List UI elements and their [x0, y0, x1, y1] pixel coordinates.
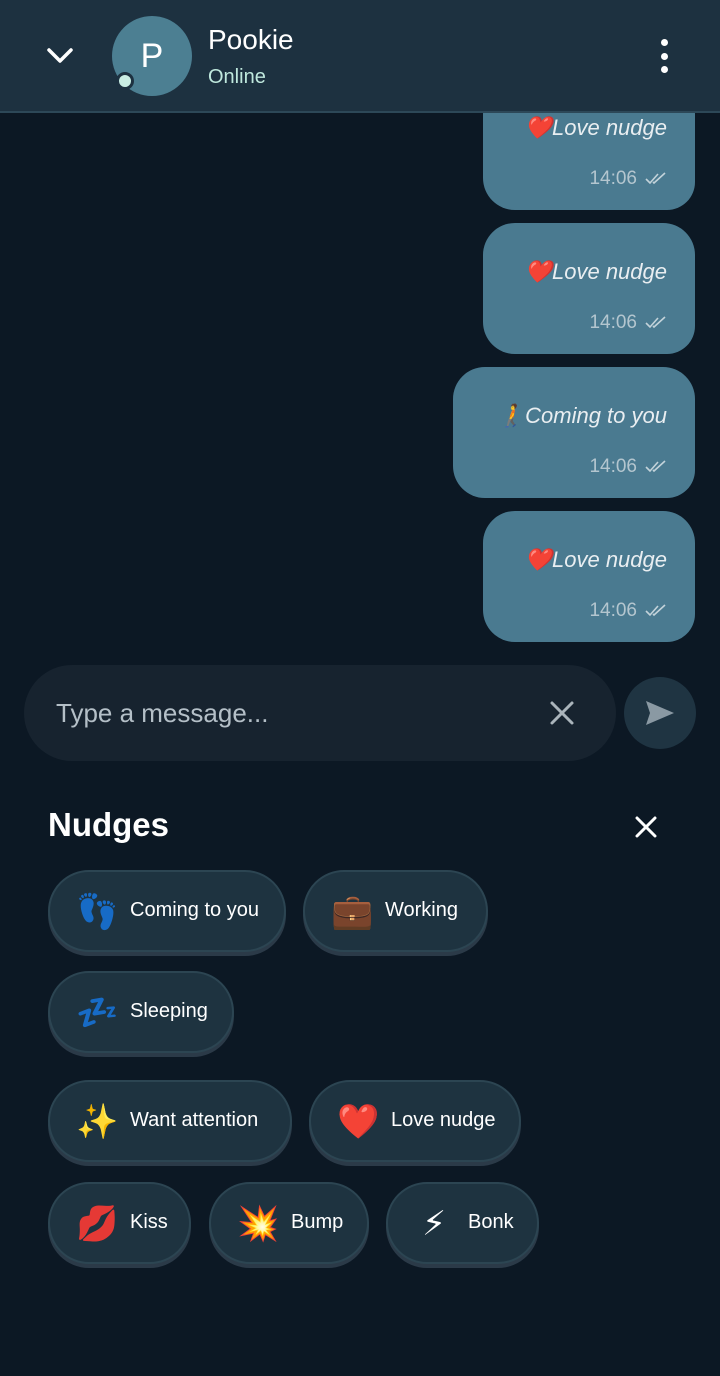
send-icon — [646, 701, 674, 725]
message-bubble[interactable]: ❤️Love nudge 14:06 — [483, 113, 695, 210]
nudge-label: Kiss — [130, 1211, 168, 1233]
briefcase-icon: 💼 — [331, 893, 374, 931]
nudge-chip[interactable]: 💥 Bump — [209, 1182, 369, 1264]
message-bubble[interactable]: 🚶Coming to you 14:06 — [453, 367, 695, 498]
lightning-icon: ⚡ — [422, 1205, 446, 1243]
footprints-icon: 👣 — [76, 893, 119, 931]
more-options-button[interactable] — [648, 34, 680, 78]
message-emoji: 🚶 — [497, 403, 526, 428]
collapse-button[interactable] — [36, 36, 84, 76]
nudge-label: Bump — [291, 1211, 344, 1233]
nudge-label: Working — [385, 899, 458, 921]
more-vertical-icon — [660, 39, 668, 46]
message-text: Love nudge — [552, 259, 667, 284]
send-button[interactable] — [624, 677, 696, 749]
chat-header: P Pookie Online — [0, 0, 720, 113]
nudge-label: Love nudge — [391, 1109, 496, 1131]
nudge-chip[interactable]: ✨ Want attention — [48, 1080, 292, 1162]
message-text: Love nudge — [552, 547, 667, 572]
nudge-chip[interactable]: ⚡ Bonk — [386, 1182, 539, 1264]
nudge-label: Want attention — [130, 1109, 259, 1131]
message-time: 14:06 — [589, 312, 637, 333]
message-emoji: ❤️ — [524, 115, 552, 140]
message-composer — [24, 665, 616, 761]
collision-icon: 💥 — [237, 1205, 280, 1243]
message-bubble[interactable]: ❤️Love nudge 14:06 — [483, 223, 695, 354]
message-input[interactable] — [56, 693, 536, 733]
nudge-chip[interactable]: 💋 Kiss — [48, 1182, 191, 1264]
message-list[interactable]: ❤️Love nudge 14:06 ❤️Love nudge 14:06 🚶C… — [0, 113, 720, 650]
message-bubble[interactable]: ❤️Love nudge 14:06 — [483, 511, 695, 642]
zzz-icon: 💤 — [76, 994, 119, 1032]
online-indicator — [116, 72, 134, 90]
avatar-initial: P — [140, 36, 164, 75]
nudge-chip[interactable]: 💤 Sleeping — [48, 971, 234, 1053]
contact-name[interactable]: Pookie — [208, 24, 294, 56]
message-emoji: ❤️ — [524, 259, 552, 284]
message-text: Love nudge — [552, 115, 667, 140]
message-text: Coming to you — [525, 403, 667, 428]
nudge-label: Coming to you — [130, 899, 259, 921]
more-vertical-icon-dot — [660, 66, 668, 73]
chevron-down-icon — [47, 48, 73, 63]
message-time: 14:06 — [589, 600, 637, 621]
nudge-chip[interactable]: 💼 Working — [303, 870, 488, 952]
message-time: 14:06 — [589, 168, 637, 189]
clear-input-icon[interactable] — [548, 699, 576, 727]
kiss-icon: 💋 — [76, 1205, 119, 1243]
double-check-icon — [645, 460, 666, 473]
message-emoji: ❤️ — [524, 547, 552, 572]
close-icon[interactable] — [632, 813, 660, 841]
nudge-label: Sleeping — [130, 1000, 208, 1022]
nudge-chip[interactable]: ❤️ Love nudge — [309, 1080, 521, 1162]
contact-status: Online — [208, 66, 266, 88]
double-check-icon — [645, 604, 666, 617]
more-vertical-icon-dot — [660, 52, 668, 60]
message-time: 14:06 — [589, 456, 637, 477]
heart-icon: ❤️ — [337, 1103, 380, 1141]
sparkles-icon: ✨ — [76, 1103, 119, 1141]
nudge-chip[interactable]: 👣 Coming to you — [48, 870, 286, 952]
nudges-title: Nudges — [48, 806, 170, 843]
nudge-label: Bonk — [468, 1211, 514, 1233]
double-check-icon — [645, 316, 666, 329]
double-check-icon — [645, 172, 666, 185]
